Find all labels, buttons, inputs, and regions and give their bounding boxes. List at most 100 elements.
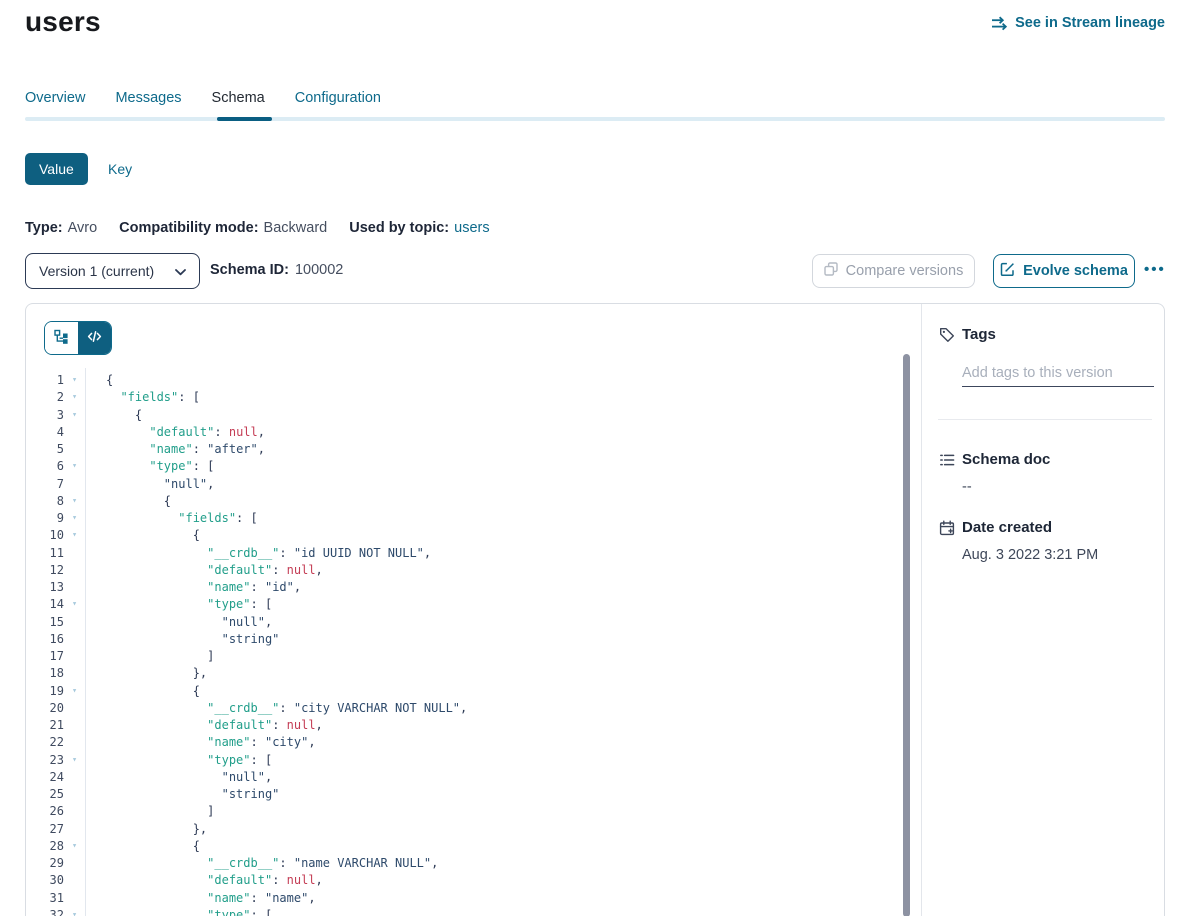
code-text: "string" bbox=[85, 631, 279, 648]
fold-toggle-icon[interactable]: ▾ bbox=[64, 458, 85, 475]
line-number: 32 bbox=[26, 907, 64, 916]
fold-toggle-icon[interactable]: ▾ bbox=[64, 510, 85, 527]
code-line: 18 }, bbox=[26, 665, 914, 682]
stream-lineage-link[interactable]: See in Stream lineage bbox=[991, 15, 1165, 31]
used-by-topic-field: Used by topic:users bbox=[349, 220, 489, 236]
code-text: "name": "id", bbox=[85, 579, 301, 596]
code-text: "type": [ bbox=[85, 752, 272, 769]
line-number: 10 bbox=[26, 527, 64, 544]
line-number: 30 bbox=[26, 872, 64, 889]
code-line: 23▾ "type": [ bbox=[26, 752, 914, 769]
type-value: Avro bbox=[68, 220, 98, 236]
code-text: "name": "after", bbox=[85, 441, 265, 458]
tab-messages[interactable]: Messages bbox=[115, 90, 181, 112]
date-created-heading: Date created bbox=[962, 519, 1052, 536]
fold-toggle-icon[interactable]: ▾ bbox=[64, 596, 85, 613]
tags-section-header: Tags bbox=[939, 326, 996, 343]
code-line: 28▾ { bbox=[26, 838, 914, 855]
code-view-button[interactable] bbox=[78, 322, 111, 354]
code-text: "null", bbox=[85, 769, 272, 786]
code-text: "null", bbox=[85, 614, 272, 631]
evolve-schema-label: Evolve schema bbox=[1023, 263, 1128, 279]
code-line: 14▾ "type": [ bbox=[26, 596, 914, 613]
line-number: 13 bbox=[26, 579, 64, 596]
code-line: 2▾ "fields": [ bbox=[26, 389, 914, 406]
version-select-value: Version 1 (current) bbox=[39, 263, 154, 279]
fold-toggle-icon[interactable]: ▾ bbox=[64, 493, 85, 510]
code-text: "null", bbox=[85, 476, 214, 493]
fold-spacer bbox=[64, 786, 85, 803]
fold-spacer bbox=[64, 579, 85, 596]
date-created-value: Aug. 3 2022 3:21 PM bbox=[962, 547, 1098, 563]
editor-vertical-scrollbar[interactable] bbox=[903, 354, 910, 916]
line-number: 20 bbox=[26, 700, 64, 717]
fold-spacer bbox=[64, 734, 85, 751]
compare-versions-button[interactable]: Compare versions bbox=[812, 254, 975, 288]
code-line: 8▾ { bbox=[26, 493, 914, 510]
code-line: 32▾ "type": [ bbox=[26, 907, 914, 916]
type-field: Type:Avro bbox=[25, 220, 97, 236]
fold-spacer bbox=[64, 441, 85, 458]
schema-detail-panel: 1▾{2▾ "fields": [3▾ {4 "default": null,5… bbox=[25, 303, 1165, 916]
compatibility-label: Compatibility mode: bbox=[119, 220, 258, 236]
tab-underline-track bbox=[25, 117, 1165, 121]
add-tags-input[interactable] bbox=[962, 359, 1154, 387]
line-number: 21 bbox=[26, 717, 64, 734]
topic-link[interactable]: users bbox=[454, 220, 489, 236]
code-text: "default": null, bbox=[85, 424, 265, 441]
section-divider bbox=[938, 419, 1152, 420]
fold-spacer bbox=[64, 769, 85, 786]
schema-doc-section-header: Schema doc bbox=[939, 451, 1050, 468]
fold-spacer bbox=[64, 562, 85, 579]
value-toggle-button[interactable]: Value bbox=[25, 153, 88, 185]
code-line: 1▾{ bbox=[26, 372, 914, 389]
schema-meta-row: Type:Avro Compatibility mode:Backward Us… bbox=[25, 220, 490, 236]
fold-toggle-icon[interactable]: ▾ bbox=[64, 683, 85, 700]
fold-toggle-icon[interactable]: ▾ bbox=[64, 907, 85, 916]
line-number: 12 bbox=[26, 562, 64, 579]
fold-toggle-icon[interactable]: ▾ bbox=[64, 389, 85, 406]
code-line: 4 "default": null, bbox=[26, 424, 914, 441]
version-select[interactable]: Version 1 (current) bbox=[25, 253, 200, 289]
line-number: 19 bbox=[26, 683, 64, 700]
evolve-schema-icon bbox=[1000, 262, 1015, 281]
code-line: 30 "default": null, bbox=[26, 872, 914, 889]
line-number: 25 bbox=[26, 786, 64, 803]
code-line: 13 "name": "id", bbox=[26, 579, 914, 596]
tree-view-button[interactable] bbox=[45, 322, 78, 354]
tab-overview[interactable]: Overview bbox=[25, 90, 85, 112]
evolve-schema-button[interactable]: Evolve schema bbox=[993, 254, 1135, 288]
code-text: "type": [ bbox=[85, 596, 272, 613]
code-text: "default": null, bbox=[85, 562, 323, 579]
line-number: 5 bbox=[26, 441, 64, 458]
fold-toggle-icon[interactable]: ▾ bbox=[64, 372, 85, 389]
code-text: "default": null, bbox=[85, 872, 323, 889]
fold-toggle-icon[interactable]: ▾ bbox=[64, 838, 85, 855]
code-line: 3▾ { bbox=[26, 407, 914, 424]
fold-toggle-icon[interactable]: ▾ bbox=[64, 752, 85, 769]
code-line: 29 "__crdb__": "name VARCHAR NULL", bbox=[26, 855, 914, 872]
date-created-section-header: Date created bbox=[939, 519, 1052, 536]
tab-configuration[interactable]: Configuration bbox=[295, 90, 381, 112]
fold-spacer bbox=[64, 476, 85, 493]
line-number: 14 bbox=[26, 596, 64, 613]
fold-spacer bbox=[64, 631, 85, 648]
schema-id-value: 100002 bbox=[295, 262, 343, 278]
line-number: 26 bbox=[26, 803, 64, 820]
code-text: "__crdb__": "city VARCHAR NOT NULL", bbox=[85, 700, 467, 717]
code-text: { bbox=[85, 683, 200, 700]
schema-id-field: Schema ID:100002 bbox=[210, 262, 343, 278]
fold-toggle-icon[interactable]: ▾ bbox=[64, 527, 85, 544]
fold-spacer bbox=[64, 614, 85, 631]
fold-toggle-icon[interactable]: ▾ bbox=[64, 407, 85, 424]
fold-spacer bbox=[64, 424, 85, 441]
more-options-button[interactable]: ••• bbox=[1144, 252, 1166, 286]
code-line: 22 "name": "city", bbox=[26, 734, 914, 751]
key-toggle-button[interactable]: Key bbox=[100, 153, 140, 185]
code-text: { bbox=[85, 493, 171, 510]
code-line: 31 "name": "name", bbox=[26, 890, 914, 907]
code-line: 7 "null", bbox=[26, 476, 914, 493]
tags-heading: Tags bbox=[962, 326, 996, 343]
tab-schema[interactable]: Schema bbox=[212, 90, 265, 112]
line-number: 27 bbox=[26, 821, 64, 838]
